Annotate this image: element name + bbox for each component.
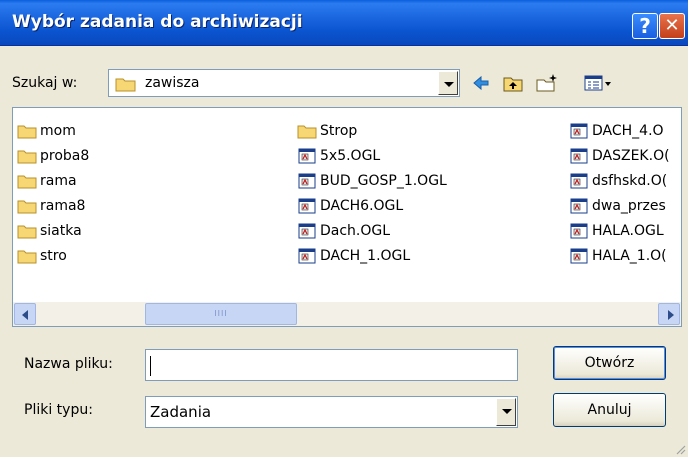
file-name: siatka <box>40 222 82 239</box>
filetype-value: Zadania <box>150 403 212 421</box>
file-name: DACH_1.OGL <box>320 247 411 264</box>
file-name: Dach.OGL <box>320 222 391 239</box>
folder-icon <box>17 225 37 238</box>
file-name: DACH6.OGL <box>320 197 404 214</box>
file-name: mom <box>40 122 76 139</box>
document-icon <box>298 248 316 263</box>
list-item[interactable]: HALA_1.O( <box>569 243 670 268</box>
list-item[interactable]: dwa_przes <box>569 193 670 218</box>
list-item[interactable]: DASZEK.O( <box>569 143 670 168</box>
list-item[interactable]: rama <box>17 168 89 193</box>
document-icon <box>298 198 316 213</box>
file-open-dialog: Wybór zadania do archiwizacji ? ✕ Szukaj… <box>0 0 688 457</box>
view-menu-icon <box>584 75 611 91</box>
document-icon <box>298 173 316 188</box>
list-item[interactable]: DACH_4.O <box>569 118 670 143</box>
look-in-dropdown[interactable]: zawisza <box>108 69 460 97</box>
look-in-label: Szukaj w: <box>12 75 78 91</box>
file-name: BUD_GOSP_1.OGL <box>320 172 447 189</box>
file-name: HALA.OGL <box>592 222 664 239</box>
folder-icon <box>115 78 136 92</box>
folder-icon <box>17 150 37 163</box>
title-bar[interactable]: Wybór zadania do archiwizacji ? ✕ <box>0 0 688 46</box>
document-icon <box>570 248 588 263</box>
document-icon <box>570 223 588 238</box>
resize-grip-icon[interactable] <box>674 443 686 455</box>
up-folder-icon <box>503 77 523 92</box>
file-name: DASZEK.O( <box>592 147 670 164</box>
new-folder-icon <box>536 74 557 92</box>
folder-icon <box>17 250 37 263</box>
folder-icon <box>17 200 37 213</box>
list-item[interactable]: Dach.OGL <box>297 218 447 243</box>
open-button[interactable]: Otwórz <box>553 346 666 380</box>
file-name: Strop <box>320 122 358 139</box>
help-button[interactable]: ? <box>632 13 658 39</box>
list-item[interactable]: mom <box>17 118 89 143</box>
cancel-button[interactable]: Anuluj <box>553 393 666 427</box>
file-column-3: DACH_4.O DASZEK.O( dsfhskd.O( dwa_przes … <box>569 118 670 268</box>
document-icon <box>570 148 588 163</box>
list-item[interactable]: BUD_GOSP_1.OGL <box>297 168 447 193</box>
close-button[interactable]: ✕ <box>659 13 685 39</box>
file-name: HALA_1.O( <box>592 247 667 264</box>
list-item[interactable]: stro <box>17 243 89 268</box>
list-item[interactable]: DACH_1.OGL <box>297 243 447 268</box>
file-list[interactable]: mom proba8 rama rama8 siatka stro Strop … <box>12 107 682 327</box>
filename-label: Nazwa pliku: <box>24 356 113 372</box>
document-icon <box>570 198 588 213</box>
new-folder-button[interactable] <box>534 72 560 96</box>
list-item[interactable]: dsfhskd.O( <box>569 168 670 193</box>
list-item[interactable]: HALA.OGL <box>569 218 670 243</box>
document-icon <box>298 148 316 163</box>
file-column-1: mom proba8 rama rama8 siatka stro <box>17 118 89 268</box>
file-name: rama8 <box>40 197 86 214</box>
file-name: proba8 <box>40 147 90 164</box>
up-folder-button[interactable] <box>500 72 526 96</box>
folder-icon <box>17 175 37 188</box>
scrollbar-thumb[interactable]: IIII <box>145 303 297 325</box>
file-name: dsfhskd.O( <box>592 172 668 189</box>
document-icon <box>570 123 588 138</box>
file-name: DACH_4.O <box>592 122 664 139</box>
horizontal-scrollbar[interactable]: IIII <box>13 302 681 326</box>
folder-icon <box>297 125 317 138</box>
file-name: 5x5.OGL <box>320 147 381 164</box>
file-name: stro <box>40 247 67 264</box>
filename-input[interactable] <box>145 349 518 381</box>
back-button[interactable] <box>468 72 494 96</box>
list-item[interactable]: proba8 <box>17 143 89 168</box>
list-item[interactable]: DACH6.OGL <box>297 193 447 218</box>
list-item[interactable]: 5x5.OGL <box>297 143 447 168</box>
document-icon <box>570 173 588 188</box>
chevron-down-icon[interactable] <box>496 398 516 426</box>
list-item[interactable]: rama8 <box>17 193 89 218</box>
back-arrow-icon <box>473 75 489 91</box>
view-menu-button[interactable] <box>582 72 614 96</box>
file-column-2: Strop 5x5.OGL BUD_GOSP_1.OGL DACH6.OGL D… <box>297 118 447 268</box>
list-item[interactable]: siatka <box>17 218 89 243</box>
scroll-left-icon[interactable] <box>14 303 36 325</box>
filetype-label: Pliki typu: <box>24 402 93 418</box>
filetype-dropdown[interactable]: Zadania <box>145 396 518 428</box>
window-title: Wybór zadania do archiwizacji <box>12 12 303 32</box>
look-in-value: zawisza <box>145 75 200 91</box>
folder-icon <box>17 125 37 138</box>
scroll-right-icon[interactable] <box>658 303 680 325</box>
chevron-down-icon[interactable] <box>438 71 458 95</box>
list-item[interactable]: Strop <box>297 118 447 143</box>
document-icon <box>298 223 316 238</box>
text-caret <box>150 355 151 376</box>
file-name: rama <box>40 172 77 189</box>
file-name: dwa_przes <box>592 197 666 214</box>
